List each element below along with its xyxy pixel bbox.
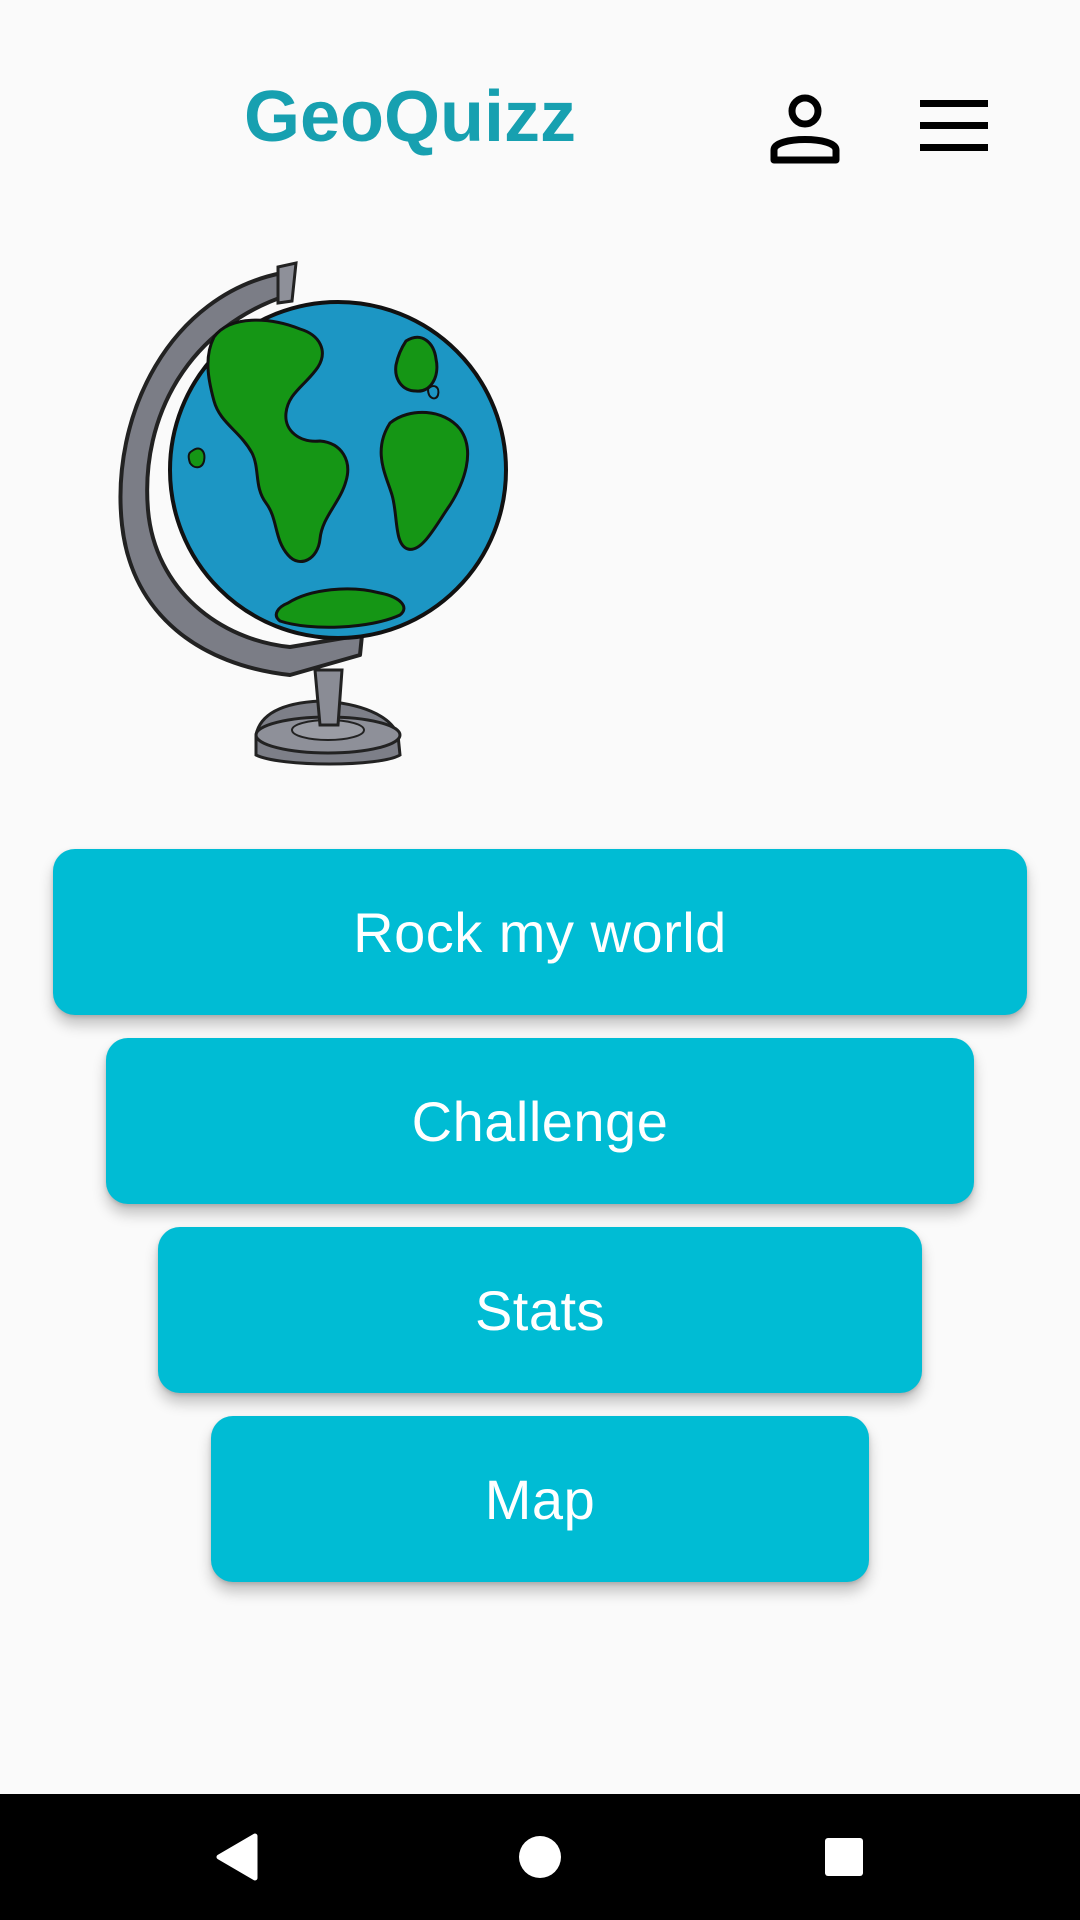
challenge-button[interactable]: Challenge bbox=[106, 1038, 974, 1204]
home-circle-icon bbox=[519, 1836, 561, 1878]
app-bar: GeoQuizz bbox=[0, 0, 1080, 200]
home-button[interactable] bbox=[460, 1794, 620, 1920]
person-icon bbox=[770, 94, 840, 164]
app-title: GeoQuizz bbox=[243, 77, 576, 157]
globe-illustration bbox=[110, 255, 530, 775]
map-button[interactable]: Map bbox=[211, 1416, 869, 1582]
back-button[interactable] bbox=[157, 1794, 317, 1920]
profile-button[interactable] bbox=[766, 92, 844, 166]
system-navigation-bar bbox=[0, 1794, 1080, 1920]
rock-my-world-button[interactable]: Rock my world bbox=[53, 849, 1027, 1015]
stats-button[interactable]: Stats bbox=[158, 1227, 922, 1393]
recents-square-icon bbox=[825, 1838, 863, 1876]
hamburger-menu-icon bbox=[920, 100, 988, 151]
menu-button[interactable] bbox=[912, 96, 996, 156]
back-triangle-icon bbox=[216, 1833, 258, 1881]
recents-button[interactable] bbox=[764, 1794, 924, 1920]
